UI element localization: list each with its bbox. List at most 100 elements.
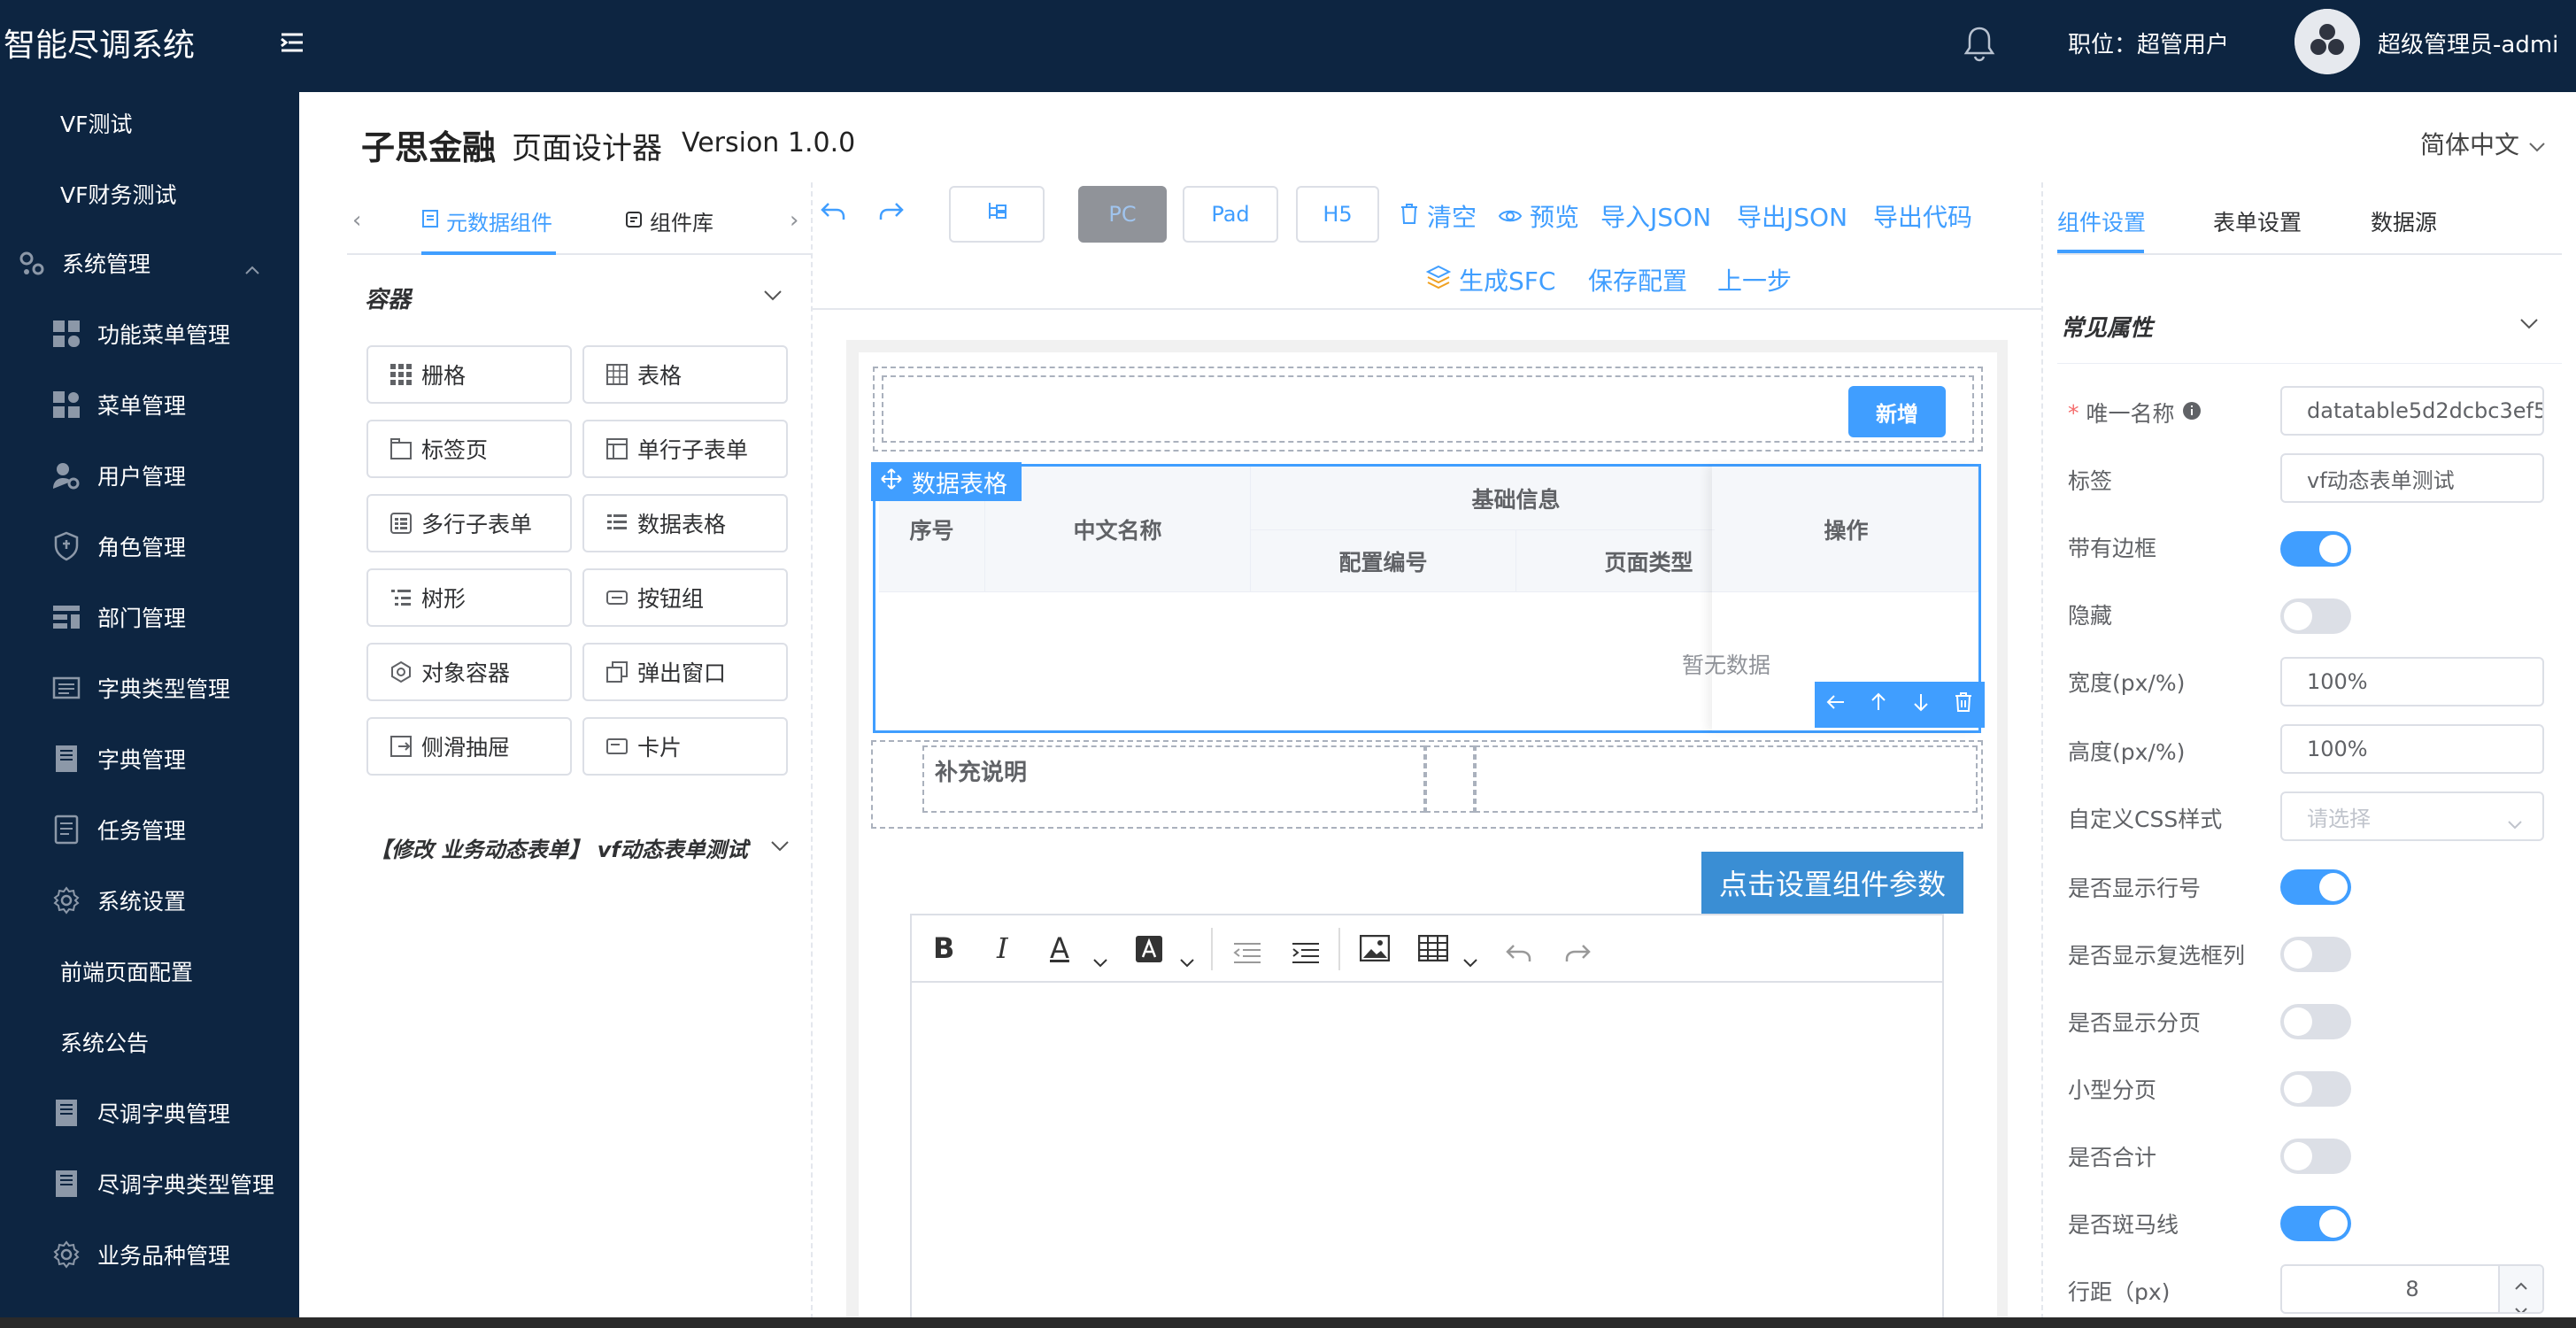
- show-checkbox-toggle[interactable]: [2280, 937, 2351, 972]
- component-popup-window[interactable]: 弹出窗口: [582, 643, 788, 701]
- tabs-prev-icon[interactable]: ‹: [352, 207, 361, 234]
- height-input[interactable]: 100%: [2280, 724, 2544, 774]
- export-code-button[interactable]: 导出代码: [1873, 198, 1972, 234]
- background-color-icon[interactable]: [1135, 935, 1163, 970]
- tree-view-button[interactable]: [949, 186, 1045, 243]
- table-icon[interactable]: [1417, 934, 1449, 969]
- user-name[interactable]: 超级管理员-admi: [2378, 27, 2558, 59]
- tab-component-library[interactable]: 组件库: [625, 205, 713, 236]
- stepper-down-icon[interactable]: [2514, 1296, 2528, 1312]
- menu-collapse-icon[interactable]: [278, 28, 306, 57]
- sidebar-item-vf-test[interactable]: VF测试: [0, 92, 299, 154]
- arrow-left-icon[interactable]: [1826, 691, 1846, 718]
- arrow-down-icon[interactable]: [1911, 691, 1931, 718]
- tab-form-settings[interactable]: 表单设置: [2213, 205, 2302, 237]
- rich-text-editor[interactable]: B I A: [910, 914, 1944, 1328]
- info-icon[interactable]: [2182, 400, 2202, 426]
- row-gap-stepper[interactable]: 8: [2280, 1264, 2544, 1314]
- editor-undo-icon[interactable]: [1505, 938, 1533, 972]
- sidebar-item-function-menu[interactable]: 功能菜单管理: [0, 303, 299, 365]
- italic-icon[interactable]: I: [997, 931, 1008, 965]
- grid-col-3[interactable]: [1475, 745, 1978, 813]
- undo-icon[interactable]: [820, 197, 846, 230]
- data-table-tag[interactable]: 数据表格: [871, 462, 1022, 501]
- redo-icon[interactable]: [878, 197, 905, 230]
- component-single-subform[interactable]: 单行子表单: [582, 420, 788, 478]
- section-current-form[interactable]: 【修改 业务动态表单】 vf动态表单测试: [370, 832, 748, 863]
- component-grid[interactable]: 栅格: [366, 345, 572, 404]
- sidebar-item-menu[interactable]: 菜单管理: [0, 374, 299, 436]
- chevron-down-icon[interactable]: [770, 839, 790, 856]
- tab-component-settings[interactable]: 组件设置: [2057, 205, 2146, 237]
- small-pagination-toggle[interactable]: [2280, 1071, 2351, 1107]
- sidebar-item-tasks[interactable]: 任务管理: [0, 799, 299, 861]
- device-pc-button[interactable]: PC: [1078, 186, 1167, 243]
- tab-metadata-components[interactable]: 元数据组件: [421, 205, 552, 236]
- unique-name-input[interactable]: datatable5d2dcbc3ef5: [2280, 386, 2544, 436]
- arrow-up-icon[interactable]: [1869, 691, 1888, 718]
- component-multi-subform[interactable]: 多行子表单: [366, 494, 572, 552]
- delete-icon[interactable]: [1954, 691, 1973, 719]
- show-row-no-toggle[interactable]: [2280, 869, 2351, 905]
- hidden-toggle[interactable]: [2280, 598, 2351, 634]
- move-icon[interactable]: [880, 467, 903, 497]
- chevron-down-icon[interactable]: [1462, 942, 1478, 976]
- component-button-group[interactable]: 按钮组: [582, 568, 788, 627]
- tabs-next-icon[interactable]: ›: [790, 207, 798, 234]
- previous-step-button[interactable]: 上一步: [1717, 262, 1792, 297]
- sum-toggle[interactable]: [2280, 1139, 2351, 1174]
- css-select[interactable]: 请选择: [2280, 791, 2544, 841]
- avatar[interactable]: [2294, 9, 2360, 74]
- component-tree[interactable]: 树形: [366, 568, 572, 627]
- chevron-down-icon[interactable]: [1092, 942, 1108, 976]
- import-json-button[interactable]: 导入JSON: [1600, 198, 1711, 234]
- show-pagination-toggle[interactable]: [2280, 1004, 2351, 1039]
- section-common-props[interactable]: 常见属性: [2061, 310, 2153, 343]
- sidebar-item-announcements[interactable]: 系统公告: [0, 1011, 299, 1073]
- border-toggle[interactable]: [2280, 531, 2351, 567]
- sidebar-item-system-management[interactable]: 系统管理: [0, 232, 299, 294]
- component-card[interactable]: 卡片: [582, 717, 788, 776]
- grid-col-2[interactable]: [1425, 745, 1475, 813]
- image-icon[interactable]: [1359, 934, 1391, 969]
- language-select[interactable]: 简体中文: [2420, 126, 2546, 161]
- component-object-container[interactable]: 对象容器: [366, 643, 572, 701]
- component-table[interactable]: 表格: [582, 345, 788, 404]
- save-config-button[interactable]: 保存配置: [1588, 262, 1687, 297]
- sidebar-item-dict[interactable]: 字典管理: [0, 728, 299, 790]
- chevron-down-icon[interactable]: [2519, 317, 2539, 334]
- add-button[interactable]: 新增: [1848, 386, 1946, 437]
- sidebar-item-departments[interactable]: 部门管理: [0, 586, 299, 648]
- component-data-table[interactable]: 数据表格: [582, 494, 788, 552]
- bold-icon[interactable]: B: [933, 931, 954, 965]
- chevron-down-icon[interactable]: [763, 289, 783, 305]
- bell-icon[interactable]: [1962, 25, 1997, 64]
- editor-redo-icon[interactable]: [1563, 938, 1592, 972]
- sidebar-item-system-settings[interactable]: 系统设置: [0, 869, 299, 931]
- clear-button[interactable]: 清空: [1399, 198, 1477, 234]
- component-tabs[interactable]: 标签页: [366, 420, 572, 478]
- tab-data-source[interactable]: 数据源: [2371, 205, 2437, 237]
- tag-input[interactable]: vf动态表单测试: [2280, 453, 2544, 503]
- stripe-toggle[interactable]: [2280, 1206, 2351, 1241]
- font-color-icon[interactable]: A: [1050, 931, 1069, 965]
- chevron-down-icon[interactable]: [1179, 942, 1195, 976]
- sidebar-item-dd-dict-types[interactable]: 尽调字典类型管理: [0, 1153, 299, 1215]
- component-side-drawer[interactable]: 侧滑抽屉: [366, 717, 572, 776]
- preview-button[interactable]: 预览: [1498, 198, 1579, 234]
- sidebar-item-dd-dict[interactable]: 尽调字典管理: [0, 1082, 299, 1144]
- outdent-icon[interactable]: [1232, 938, 1262, 972]
- sidebar-item-users[interactable]: 用户管理: [0, 444, 299, 506]
- sidebar-item-roles[interactable]: 角色管理: [0, 515, 299, 577]
- sidebar-item-frontend-config[interactable]: 前端页面配置: [0, 940, 299, 1002]
- section-container[interactable]: 容器: [365, 282, 411, 314]
- generate-sfc-button[interactable]: 生成SFC: [1425, 262, 1555, 297]
- stepper-up-icon[interactable]: [2514, 1271, 2528, 1296]
- sidebar-item-vf-finance-test[interactable]: VF财务测试: [0, 163, 299, 225]
- device-h5-button[interactable]: H5: [1296, 186, 1379, 243]
- width-input[interactable]: 100%: [2280, 657, 2544, 706]
- set-component-params-button[interactable]: 点击设置组件参数: [1701, 852, 1963, 914]
- export-json-button[interactable]: 导出JSON: [1737, 198, 1847, 234]
- indent-icon[interactable]: [1291, 938, 1321, 972]
- sidebar-item-dict-types[interactable]: 字典类型管理: [0, 657, 299, 719]
